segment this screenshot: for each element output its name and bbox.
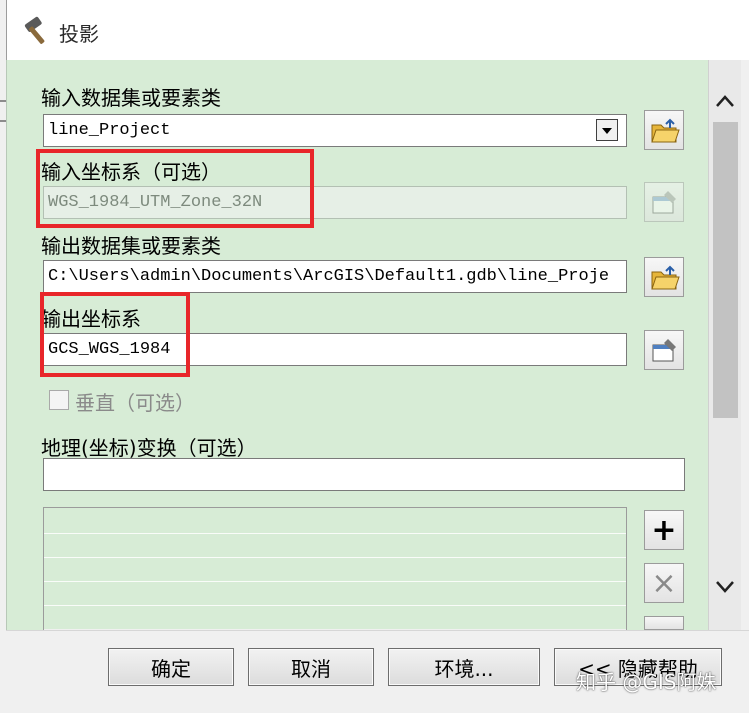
output-dataset-label: 输出数据集或要素类	[41, 234, 221, 258]
move-transform-button[interactable]	[644, 616, 684, 630]
close-icon: ×	[651, 565, 677, 601]
input-dataset-value: line_Project	[48, 121, 171, 140]
ok-button[interactable]: 确定	[108, 648, 234, 686]
output-cs-highlight-box	[40, 292, 190, 377]
properties-icon	[652, 339, 676, 362]
cancel-button[interactable]: 取消	[248, 648, 374, 686]
input-cs-highlight-box	[36, 149, 314, 228]
add-transform-button[interactable]: +	[644, 510, 684, 550]
title-bar: 投影	[6, 0, 749, 60]
transform-label: 地理(坐标)变换（可选）	[41, 436, 257, 460]
vertical-label: 垂直（可选）	[75, 391, 195, 415]
scroll-down-icon[interactable]	[709, 568, 742, 608]
open-folder-icon	[651, 265, 680, 290]
chevron-down-icon	[602, 128, 612, 134]
input-cs-properties-button[interactable]	[644, 182, 684, 222]
environments-button[interactable]: 环境...	[388, 648, 540, 686]
vertical-scrollbar[interactable]	[708, 60, 741, 630]
output-dataset-browse-button[interactable]	[644, 257, 684, 297]
input-dataset-dropdown-button[interactable]	[596, 119, 618, 141]
vertical-checkbox[interactable]	[49, 390, 69, 410]
scroll-up-icon[interactable]	[709, 80, 742, 120]
output-cs-properties-button[interactable]	[644, 330, 684, 370]
watermark: 知乎 @GIS阿姝	[576, 670, 717, 694]
hammer-icon	[24, 16, 45, 44]
transform-field[interactable]	[43, 458, 685, 491]
output-dataset-value: C:\Users\admin\Documents\ArcGIS\Default1…	[48, 267, 610, 286]
output-dataset-field[interactable]: C:\Users\admin\Documents\ArcGIS\Default1…	[43, 260, 627, 293]
transform-list[interactable]	[43, 507, 627, 630]
window-title: 投影	[59, 22, 99, 46]
scrollbar-thumb[interactable]	[713, 122, 738, 418]
open-folder-icon	[651, 118, 680, 143]
remove-transform-button[interactable]: ×	[644, 563, 684, 603]
properties-icon	[652, 191, 676, 214]
input-dataset-browse-button[interactable]	[644, 110, 684, 150]
input-dataset-combobox[interactable]: line_Project	[43, 114, 627, 147]
plus-icon: +	[651, 512, 677, 548]
input-dataset-label: 输入数据集或要素类	[41, 86, 221, 110]
parameter-panel: 输入数据集或要素类 line_Project 输入坐标系（可选） WGS_198…	[6, 60, 741, 630]
